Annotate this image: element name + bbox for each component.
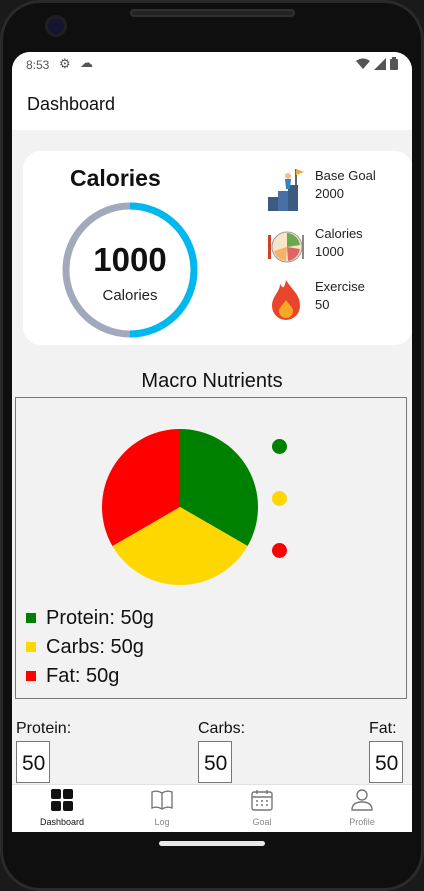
protein-dot: [272, 439, 287, 454]
battery-icon: [390, 57, 398, 70]
calories-ring-label: Calories: [102, 287, 158, 304]
food-calories-value: 1000: [315, 244, 344, 259]
base-goal-value: 2000: [315, 186, 344, 201]
nav-goal[interactable]: Goal: [212, 785, 312, 832]
legend-label-fat: Fat: 50g: [46, 665, 120, 687]
macro-nutrients-title: Macro Nutrients: [141, 370, 283, 392]
person-icon: [351, 789, 373, 811]
exercise-stat: Exercise 50: [266, 278, 412, 322]
dashboard-grid-icon: [51, 789, 73, 811]
macro-pie-chart: [102, 429, 258, 585]
legend-swatch-protein: [26, 613, 36, 623]
food-plate-icon: [268, 231, 304, 263]
base-goal-stat: Base Goal 2000: [266, 167, 412, 211]
nav-profile[interactable]: Profile: [312, 785, 412, 832]
settings-gear-icon: ⚙: [59, 56, 71, 71]
nav-dashboard-label: Dashboard: [39, 817, 85, 827]
carbs-field: Carbs: 50: [198, 720, 246, 783]
legend-label-protein: Protein: 50g: [46, 607, 154, 629]
nav-dashboard[interactable]: Dashboard: [12, 785, 112, 832]
phone-frame: 8:53 ⚙ ☁ Dashboard Calories 1000 Calorie…: [0, 0, 424, 891]
fat-input-value[interactable]: 50: [375, 752, 398, 776]
home-indicator[interactable]: [159, 841, 265, 846]
wifi-icon: [356, 58, 370, 69]
book-icon: [151, 790, 173, 810]
nav-log-label: Log: [154, 817, 170, 827]
protein-input-value[interactable]: 50: [22, 752, 45, 776]
fat-dot: [272, 543, 287, 558]
legend-swatch-fat: [26, 671, 36, 681]
fat-field: Fat: 50: [369, 720, 403, 783]
nav-log[interactable]: Log: [112, 785, 212, 832]
goal-flag-icon: [268, 169, 304, 211]
exercise-label: Exercise: [315, 279, 365, 294]
status-icons: [356, 57, 398, 70]
screen: 8:53 ⚙ ☁ Dashboard Calories 1000 Calorie…: [12, 52, 412, 832]
exercise-value: 50: [315, 297, 330, 312]
fire-icon: [272, 280, 300, 320]
base-goal-label: Base Goal: [315, 168, 376, 183]
nav-profile-label: Profile: [349, 817, 375, 827]
cloud-icon: ☁: [80, 55, 93, 70]
legend-swatch-carbs: [26, 642, 36, 652]
app-bar: Dashboard: [12, 78, 412, 130]
calories-card-title: Calories: [70, 165, 161, 191]
protein-input-label: Protein:: [16, 720, 72, 737]
carbs-input-value[interactable]: 50: [204, 752, 227, 776]
calories-progress-ring: 1000 Calories: [61, 201, 199, 344]
food-calories-label: Calories: [315, 226, 363, 241]
carbs-dot: [272, 491, 287, 506]
carbs-input-label: Carbs:: [198, 720, 246, 737]
fat-input[interactable]: 50: [369, 741, 403, 783]
earpiece-speaker: [130, 9, 295, 17]
food-calories-stat: Calories 1000: [266, 225, 412, 269]
fat-input-label: Fat:: [369, 720, 397, 737]
calories-ring-value: 1000: [93, 241, 167, 278]
calories-card: Calories 1000 Calories Base Goal 2000 Ca…: [23, 151, 412, 345]
signal-icon: [374, 57, 386, 70]
protein-field: Protein: 50: [16, 720, 72, 783]
page-title: Dashboard: [27, 94, 116, 114]
calendar-icon: [251, 790, 273, 811]
protein-input[interactable]: 50: [16, 741, 50, 783]
bottom-navigation: Dashboard Log Goal Profile: [12, 784, 412, 832]
status-bar: 8:53 ⚙ ☁: [12, 52, 412, 78]
status-time: 8:53: [26, 58, 50, 72]
macro-chart-box: Protein: 50g Carbs: 50g Fat: 50g: [15, 397, 407, 699]
front-camera: [48, 18, 64, 34]
carbs-input[interactable]: 50: [198, 741, 232, 783]
legend-label-carbs: Carbs: 50g: [46, 636, 144, 658]
nav-goal-label: Goal: [252, 817, 272, 827]
